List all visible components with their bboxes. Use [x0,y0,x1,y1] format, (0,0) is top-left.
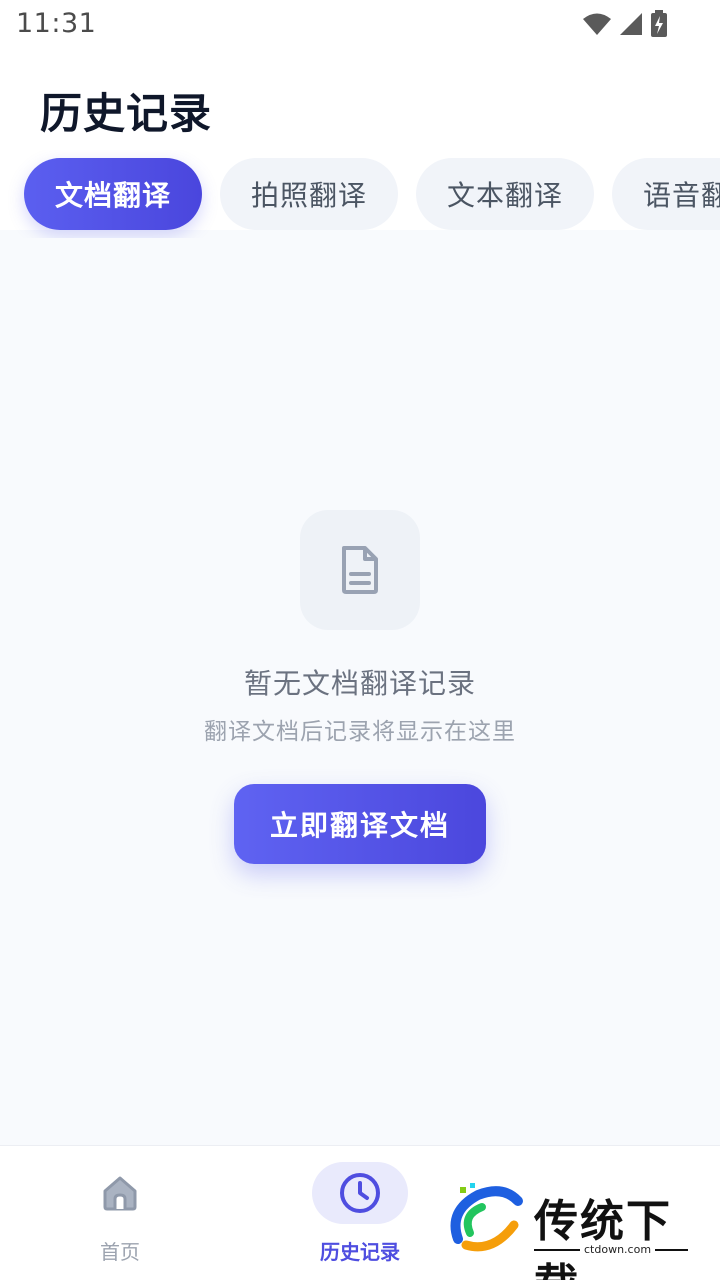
empty-state-title: 暂无文档翻译记录 [243,667,476,700]
battery-charging-icon [651,10,667,37]
wifi-icon [583,13,611,35]
clock-icon [340,1173,380,1213]
page-title: 历史记录 [40,89,213,138]
empty-state-subtitle: 翻译文档后记录将显示在这里 [204,719,516,745]
status-icons [582,10,668,38]
tab-photo-translation[interactable]: 拍照翻译 [220,158,398,230]
nav-label-history: 历史记录 [320,1240,400,1264]
watermark-text: 传统下载 [534,1196,672,1280]
nav-label-home: 首页 [100,1240,140,1264]
watermark-logo-icon [450,1183,523,1252]
home-icon [103,1176,137,1211]
nav-icon-wrap [72,1162,168,1224]
status-time: 11:31 [16,8,97,39]
translate-document-button[interactable]: 立即翻译文档 [234,784,486,864]
signal-icon [620,13,642,35]
nav-item-home[interactable]: 首页 [50,1146,190,1280]
nav-icon-wrap [312,1162,408,1224]
document-icon [342,546,378,594]
tab-text-translation[interactable]: 文本翻译 [416,158,594,230]
tab-strip[interactable]: 文档翻译 拍照翻译 文本翻译 语音翻译 [0,150,720,238]
bottom-nav: 首页 历史记录 传统下载 ctdown.com [0,1145,720,1280]
status-bar: 11:31 [0,0,720,50]
nav-item-history[interactable]: 历史记录 [290,1146,430,1280]
tab-voice-translation[interactable]: 语音翻译 [612,158,720,230]
watermark-url: ctdown.com [580,1243,656,1256]
empty-state-icon-box [300,510,420,630]
watermark: 传统下载 ctdown.com [448,1181,698,1280]
tab-document-translation[interactable]: 文档翻译 [24,158,202,230]
